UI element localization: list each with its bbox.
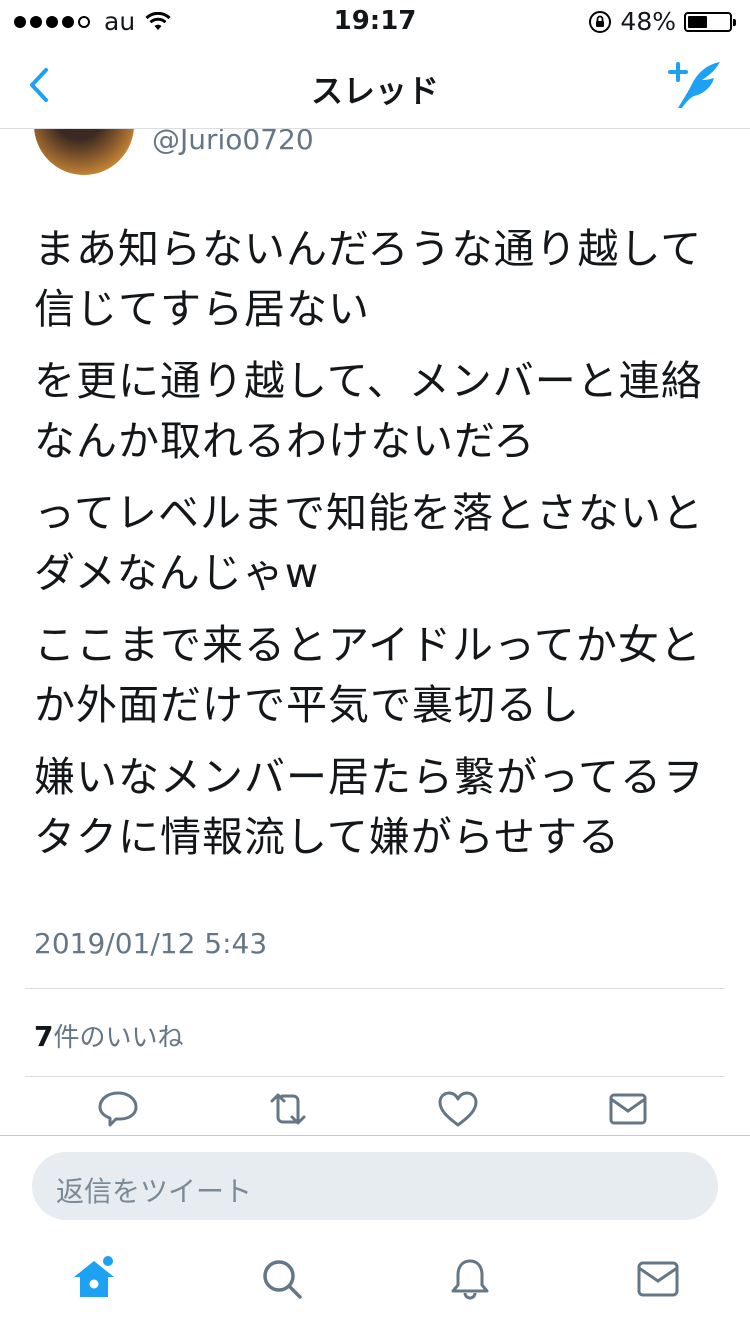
likes-count[interactable]: 7件のいいね (34, 1017, 184, 1054)
likes-label: 件のいいね (53, 1023, 184, 1053)
tweet-text: まあ知らないんだろうな通り越して信じてすら居ない を更に通り越して、メンバーと連… (34, 219, 724, 879)
tweet-paragraph: ここまで来るとアイドルってか女とか外面だけで平気で裏切るし (34, 621, 702, 729)
page-title: スレッド (310, 72, 439, 110)
dm-icon[interactable] (606, 1089, 650, 1129)
reply-icon[interactable] (96, 1089, 140, 1129)
messages-icon[interactable] (634, 1255, 682, 1303)
tweet-timestamp: 2019/01/12 5:43 (34, 927, 268, 960)
reply-input[interactable]: 返信をツイート (32, 1152, 718, 1220)
divider (0, 1135, 750, 1136)
home-icon[interactable] (70, 1255, 118, 1303)
tweet-paragraph: ってレベルまで知能を落とさないとダメなんじゃw (34, 489, 704, 597)
tweet-detail: @Jurio0720 まあ知らないんだろうな通り越して信じてすら居ない を更に通… (0, 129, 750, 1135)
like-icon[interactable] (436, 1089, 480, 1129)
compose-tweet-icon[interactable] (668, 58, 724, 112)
tweet-paragraph: まあ知らないんだろうな通り越して信じてすら居ない (34, 225, 703, 333)
tab-bar (0, 1245, 750, 1325)
avatar[interactable] (34, 129, 134, 175)
divider (25, 1076, 725, 1077)
orientation-lock-icon (589, 10, 612, 33)
status-bar: au 19:17 48% (0, 0, 750, 40)
tweet-paragraph: 嫌いなメンバー居たら繋がってるヲタクに情報流して嫌がらせする (34, 753, 704, 861)
battery-percent: 48% (620, 7, 676, 36)
likes-number: 7 (34, 1020, 54, 1053)
retweet-icon[interactable] (266, 1089, 310, 1129)
nav-bar: スレッド (0, 40, 750, 129)
status-right: 48% (588, 7, 736, 36)
notifications-icon[interactable] (446, 1255, 494, 1303)
search-icon[interactable] (258, 1255, 306, 1303)
divider (25, 988, 725, 989)
battery-icon (684, 11, 736, 32)
tweet-actions (0, 1089, 750, 1135)
battery-level (688, 15, 708, 28)
tweet-paragraph: を更に通り越して、メンバーと連絡なんか取れるわけないだろ (34, 357, 703, 465)
user-handle[interactable]: @Jurio0720 (152, 129, 314, 156)
